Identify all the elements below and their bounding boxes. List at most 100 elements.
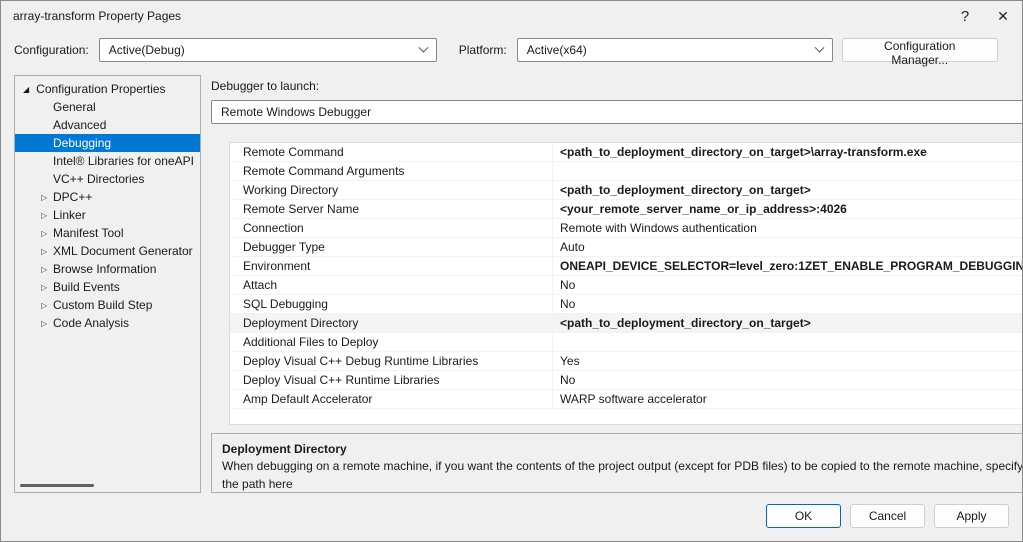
tree-item-advanced[interactable]: Advanced (15, 116, 200, 134)
property-name[interactable]: Remote Server Name (230, 202, 552, 216)
configuration-combobox[interactable]: Active(Debug) (99, 38, 437, 62)
property-name[interactable]: Amp Default Accelerator (230, 392, 552, 406)
tree-item-configuration-properties[interactable]: ◢ Configuration Properties (15, 80, 200, 98)
tree-item-intel-libraries-for-oneapi[interactable]: Intel® Libraries for oneAPI (15, 152, 200, 170)
tree-item-dpcpp[interactable]: ▷ DPC++ (15, 188, 200, 206)
property-value[interactable]: No (552, 276, 1023, 294)
tree-item-custom-build-step[interactable]: ▷ Custom Build Step (15, 296, 200, 314)
property-row-deployment-directory[interactable]: Deployment Directory <path_to_deployment… (230, 314, 1023, 333)
tree-item-label: DPC++ (53, 190, 92, 204)
tree-horizontal-scrollbar[interactable] (16, 480, 199, 490)
chevron-down-icon (814, 42, 824, 52)
apply-button[interactable]: Apply (934, 504, 1009, 528)
collapsed-expander-icon[interactable]: ▷ (41, 247, 53, 256)
property-value[interactable]: ONEAPI_DEVICE_SELECTOR=level_zero:1ZET_E… (552, 257, 1023, 275)
collapsed-expander-icon[interactable]: ▷ (41, 319, 53, 328)
chevron-down-icon (418, 42, 428, 52)
property-row-deploy-debug-runtime-libraries[interactable]: Deploy Visual C++ Debug Runtime Librarie… (230, 352, 1023, 371)
property-pages-dialog: array-transform Property Pages ? ✕ Confi… (0, 0, 1023, 542)
property-row-remote-server-name[interactable]: Remote Server Name <your_remote_server_n… (230, 200, 1023, 219)
collapsed-expander-icon[interactable]: ▷ (41, 211, 53, 220)
platform-label: Platform: (459, 43, 507, 57)
property-row-deploy-runtime-libraries[interactable]: Deploy Visual C++ Runtime Libraries No (230, 371, 1023, 390)
titlebar: array-transform Property Pages ? ✕ (1, 1, 1022, 31)
property-value[interactable] (552, 333, 1023, 351)
close-icon: ✕ (997, 8, 1009, 25)
help-button[interactable]: ? (946, 1, 984, 31)
tree-item-xml-document-generator[interactable]: ▷ XML Document Generator (15, 242, 200, 260)
platform-value: Active(x64) (527, 43, 587, 57)
property-name[interactable]: Attach (230, 278, 552, 292)
collapsed-expander-icon[interactable]: ▷ (41, 283, 53, 292)
property-name[interactable]: Additional Files to Deploy (230, 335, 552, 349)
property-name[interactable]: Remote Command (230, 145, 552, 159)
property-row-connection[interactable]: Connection Remote with Windows authentic… (230, 219, 1023, 238)
property-name[interactable]: Connection (230, 221, 552, 235)
property-row-amp-default-accelerator[interactable]: Amp Default Accelerator WARP software ac… (230, 390, 1023, 409)
debugger-value: Remote Windows Debugger (221, 105, 371, 119)
property-value[interactable]: WARP software accelerator (552, 390, 1023, 408)
property-value[interactable]: No (552, 295, 1023, 313)
ok-button[interactable]: OK (766, 504, 841, 528)
tree-item-label: VC++ Directories (53, 172, 144, 186)
tree-item-build-events[interactable]: ▷ Build Events (15, 278, 200, 296)
scrollbar-thumb[interactable] (20, 484, 94, 487)
property-value[interactable]: <your_remote_server_name_or_ip_address>:… (552, 200, 1023, 218)
property-value[interactable]: <path_to_deployment_directory_on_target>… (552, 143, 1023, 161)
help-icon: ? (961, 8, 969, 25)
platform-combobox[interactable]: Active(x64) (517, 38, 833, 62)
tree-item-vcpp-directories[interactable]: VC++ Directories (15, 170, 200, 188)
tree-item-browse-information[interactable]: ▷ Browse Information (15, 260, 200, 278)
property-name[interactable]: Deployment Directory (230, 316, 552, 330)
property-value[interactable] (552, 162, 1023, 180)
config-bar: Configuration: Active(Debug) Platform: A… (1, 31, 1022, 69)
property-value[interactable]: Yes (552, 352, 1023, 370)
property-row-remote-command-arguments[interactable]: Remote Command Arguments (230, 162, 1023, 181)
configuration-label: Configuration: (14, 43, 89, 57)
property-value[interactable]: Remote with Windows authentication (552, 219, 1023, 237)
tree-item-label: Custom Build Step (53, 298, 152, 312)
property-value[interactable]: <path_to_deployment_directory_on_target> (552, 181, 1023, 199)
property-value[interactable]: <path_to_deployment_directory_on_target> (552, 314, 1023, 332)
property-row-additional-files-to-deploy[interactable]: Additional Files to Deploy (230, 333, 1023, 352)
description-title: Deployment Directory (222, 441, 1023, 458)
property-name[interactable]: Deploy Visual C++ Debug Runtime Librarie… (230, 354, 552, 368)
expanded-icon[interactable]: ◢ (23, 85, 29, 94)
tree-item-debugging[interactable]: Debugging (15, 134, 200, 152)
property-value[interactable]: Auto (552, 238, 1023, 256)
property-row-attach[interactable]: Attach No (230, 276, 1023, 295)
property-row-working-directory[interactable]: Working Directory <path_to_deployment_di… (230, 181, 1023, 200)
collapsed-expander-icon[interactable]: ▷ (41, 229, 53, 238)
property-row-sql-debugging[interactable]: SQL Debugging No (230, 295, 1023, 314)
tree-item-label: Intel® Libraries for oneAPI (53, 154, 194, 168)
property-row-environment[interactable]: Environment ONEAPI_DEVICE_SELECTOR=level… (230, 257, 1023, 276)
property-name[interactable]: Deploy Visual C++ Runtime Libraries (230, 373, 552, 387)
collapsed-expander-icon[interactable]: ▷ (41, 193, 53, 202)
cancel-button[interactable]: Cancel (850, 504, 925, 528)
collapsed-expander-icon[interactable]: ▷ (41, 265, 53, 274)
close-button[interactable]: ✕ (984, 1, 1022, 31)
property-row-debugger-type[interactable]: Debugger Type Auto (230, 238, 1023, 257)
tree-item-label: Browse Information (53, 262, 156, 276)
tree-item-code-analysis[interactable]: ▷ Code Analysis (15, 314, 200, 332)
tree-item-linker[interactable]: ▷ Linker (15, 206, 200, 224)
tree-item-label: XML Document Generator (53, 244, 193, 258)
footer: OK Cancel Apply (1, 493, 1022, 528)
tree-item-label: Advanced (53, 118, 106, 132)
property-name[interactable]: Environment (230, 259, 552, 273)
property-name[interactable]: SQL Debugging (230, 297, 552, 311)
collapsed-expander-icon[interactable]: ▷ (41, 301, 53, 310)
tree-item-general[interactable]: General (15, 98, 200, 116)
configuration-manager-button[interactable]: Configuration Manager... (842, 38, 998, 62)
property-row-remote-command[interactable]: Remote Command <path_to_deployment_direc… (230, 143, 1023, 162)
property-name[interactable]: Remote Command Arguments (230, 164, 552, 178)
property-grid: Remote Command <path_to_deployment_direc… (229, 142, 1023, 426)
property-name[interactable]: Debugger Type (230, 240, 552, 254)
property-name[interactable]: Working Directory (230, 183, 552, 197)
tree-item-label: Code Analysis (53, 316, 129, 330)
property-value[interactable]: No (552, 371, 1023, 389)
tree-item-manifest-tool[interactable]: ▷ Manifest Tool (15, 224, 200, 242)
tree-item-label: Debugging (53, 136, 111, 150)
debugger-to-launch-label: Debugger to launch: (211, 79, 1023, 93)
debugger-combobox[interactable]: Remote Windows Debugger (211, 100, 1023, 124)
